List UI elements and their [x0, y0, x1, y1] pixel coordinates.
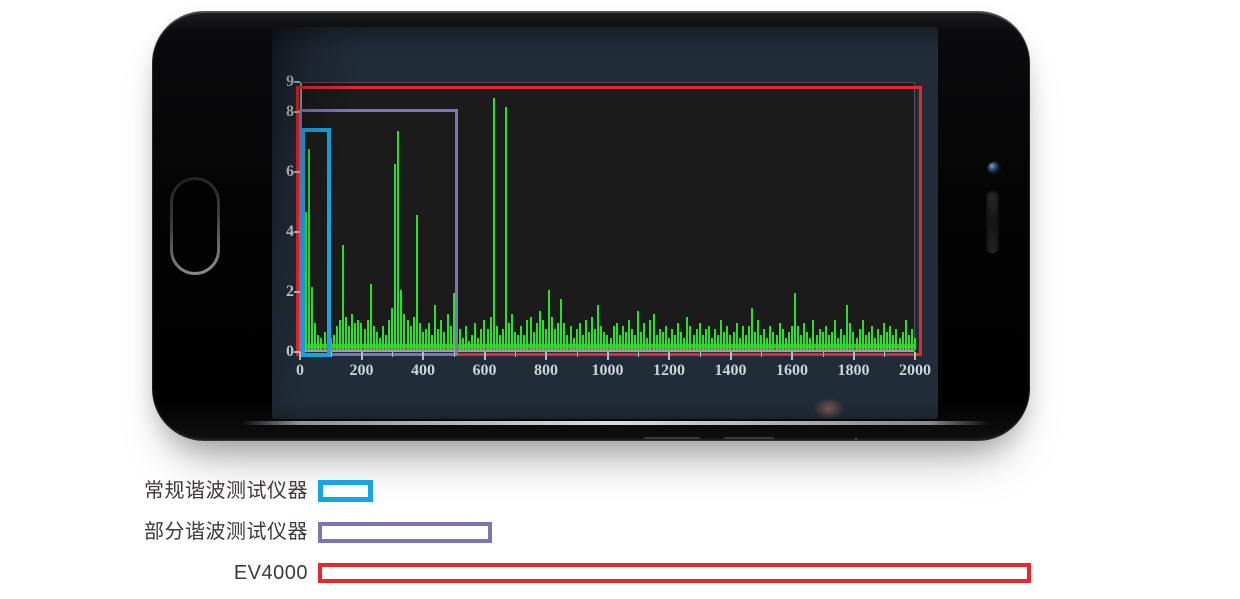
x-axis-minor-tick [638, 352, 639, 357]
x-axis-label: 1200 [637, 362, 701, 380]
y-axis-tick [294, 81, 300, 83]
x-axis-tick [668, 352, 670, 360]
x-axis-minor-tick [700, 352, 701, 357]
legend-swatch-partial-tester [318, 522, 492, 543]
screen-reflection [812, 397, 846, 419]
x-axis-tick [853, 352, 855, 360]
home-button [170, 177, 220, 275]
harmonic-spectrum-chart [300, 82, 915, 352]
x-axis-minor-tick [884, 352, 885, 357]
x-axis-tick [914, 352, 916, 360]
x-axis-label: 2000 [883, 362, 938, 380]
x-axis-minor-tick [454, 352, 455, 357]
x-axis-tick [545, 352, 547, 360]
phone-edge-highlight [240, 421, 990, 425]
x-axis-minor-tick [392, 352, 393, 357]
x-axis-label: 1600 [760, 362, 824, 380]
y-axis-tick [294, 291, 300, 293]
legend-label-partial-tester: 部分谐波测试仪器 [120, 520, 308, 544]
phone-body: 0200400600800100012001400160018002000024… [152, 11, 1030, 441]
x-axis-tick [730, 352, 732, 360]
y-axis-tick [294, 111, 300, 113]
x-axis-tick [484, 352, 486, 360]
y-axis-tick [294, 351, 300, 353]
x-axis-label: 800 [514, 362, 578, 380]
x-axis-minor-tick [823, 352, 824, 357]
y-axis-tick [294, 171, 300, 173]
x-axis-tick [422, 352, 424, 360]
x-axis-label: 400 [391, 362, 455, 380]
x-axis-label: 600 [453, 362, 517, 380]
side-port-dot [854, 438, 858, 441]
y-axis-label: 6 [272, 163, 294, 181]
x-axis-tick [791, 352, 793, 360]
x-axis-label: 1400 [699, 362, 763, 380]
x-axis-tick [299, 352, 301, 360]
x-axis-label: 200 [330, 362, 394, 380]
legend-label-ev4000: EV4000 [120, 561, 308, 585]
x-axis-label: 0 [272, 362, 332, 380]
side-button-slit [724, 437, 774, 439]
page: 0200400600800100012001400160018002000024… [0, 0, 1240, 599]
y-axis-label: 0 [272, 343, 294, 361]
x-axis-minor-tick [577, 352, 578, 357]
legend-swatch-ev4000 [318, 563, 1031, 583]
x-axis-tick [607, 352, 609, 360]
y-axis-label: 4 [272, 223, 294, 241]
x-axis-label: 1000 [576, 362, 640, 380]
y-axis-tick [294, 231, 300, 233]
side-button-slit [644, 437, 700, 439]
x-axis-minor-tick [515, 352, 516, 357]
legend-swatch-conventional-tester [318, 480, 373, 502]
earpiece-speaker [987, 191, 998, 253]
x-axis-minor-tick [331, 352, 332, 357]
x-axis-minor-tick [761, 352, 762, 357]
x-axis-tick [361, 352, 363, 360]
y-axis-label: 9 [272, 73, 294, 91]
range-box-常规谐波测试仪器 [301, 128, 332, 357]
front-camera-icon [988, 162, 1000, 174]
y-axis-label: 8 [272, 103, 294, 121]
legend-label-conventional-tester: 常规谐波测试仪器 [120, 479, 308, 503]
x-axis-label: 1800 [822, 362, 886, 380]
phone-screen: 0200400600800100012001400160018002000024… [272, 27, 938, 419]
y-axis-label: 2 [272, 283, 294, 301]
